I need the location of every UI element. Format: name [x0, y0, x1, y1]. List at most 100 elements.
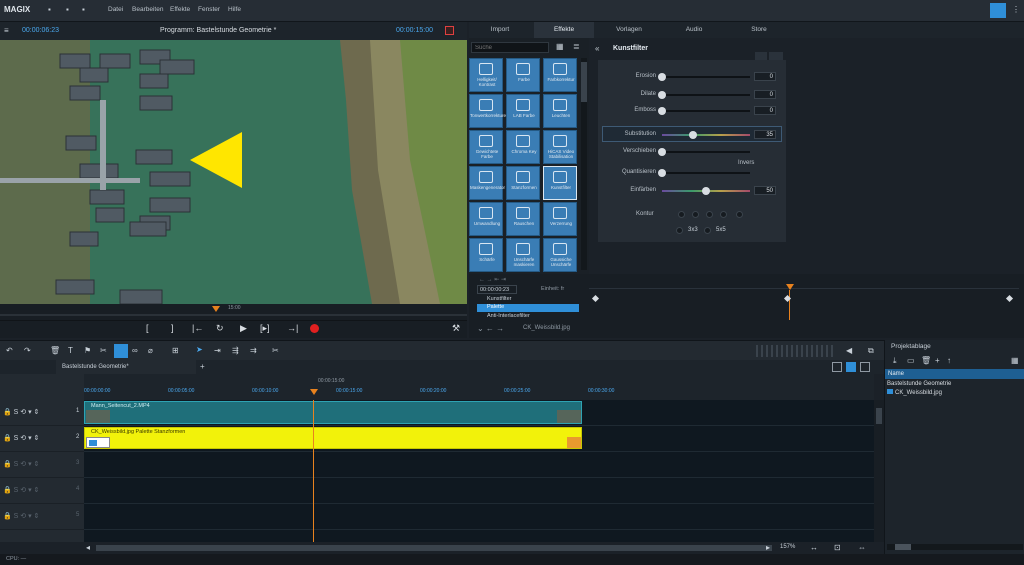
kf-row-anti-interlace[interactable]: Anti-Interlacefilter: [477, 313, 579, 320]
undock-icon[interactable]: ⧉: [868, 346, 874, 356]
tab-vorlagen[interactable]: Vorlagen: [599, 22, 659, 38]
track-header[interactable]: 🔒 S ⟲ ▾ ⇕ 5: [0, 504, 84, 530]
track-5[interactable]: [84, 504, 874, 530]
view-mode-2-icon[interactable]: [846, 362, 856, 372]
prev-marker-button[interactable]: |←: [192, 323, 203, 333]
menu-effekte[interactable]: Effekte: [170, 6, 190, 13]
cursor-tool-icon[interactable]: ➤: [196, 345, 203, 354]
grid-view-icon[interactable]: ▦: [1011, 356, 1019, 365]
track-controls-icons[interactable]: 🔒 S ⟲ ▾ ⇕: [3, 460, 39, 468]
scroll-right-icon[interactable]: ▸: [766, 543, 770, 552]
param-slider[interactable]: [662, 151, 750, 153]
kontur-3x3-radio[interactable]: [676, 227, 683, 234]
delete-icon[interactable]: 🗑: [50, 346, 60, 355]
video-clip[interactable]: Mann_Seitencut_2.MP4: [84, 401, 582, 424]
collapse-chevron-icon[interactable]: «: [595, 44, 599, 53]
add-tab-icon[interactable]: +: [200, 362, 205, 371]
cut-icon[interactable]: ✂: [100, 346, 107, 355]
kontur-5x5-radio[interactable]: [704, 227, 711, 234]
param-slider[interactable]: [662, 94, 750, 96]
timeline-vscroll[interactable]: [874, 400, 884, 542]
record-window-icon[interactable]: [445, 26, 454, 35]
track-controls-icons[interactable]: 🔒 S ⟲ ▾ ⇕: [3, 434, 39, 442]
kontur-radio[interactable]: [720, 211, 727, 218]
effect-tile[interactable]: Gewichtete Farbe: [469, 130, 503, 164]
slider-knob[interactable]: [658, 73, 666, 81]
effect-tile[interactable]: HiCAS Video Stabilisation: [543, 130, 577, 164]
preview-scrubber[interactable]: 15:00: [0, 304, 467, 320]
zoom-fit-icon[interactable]: ⊡: [834, 543, 841, 552]
menu-hilfe[interactable]: Hilfe: [228, 6, 241, 13]
ripple-tool-icon[interactable]: ⇶: [232, 346, 239, 355]
timeline-tracks[interactable]: Mann_Seitencut_2.MP4 CK_Weissbild.jpg Pa…: [84, 400, 874, 542]
up-icon[interactable]: ↑: [947, 356, 951, 365]
image-clip[interactable]: CK_Weissbild.jpg Palette Stanzformen: [84, 427, 582, 449]
text-icon[interactable]: T: [68, 346, 73, 355]
record-button[interactable]: [310, 324, 319, 333]
effect-tile[interactable]: Tonwertkorrekturen: [469, 94, 509, 128]
link-icon[interactable]: ∞: [132, 346, 138, 355]
tool-icon[interactable]: ⚒: [452, 323, 460, 334]
tab-audio[interactable]: Audio: [664, 22, 724, 38]
effect-tile[interactable]: Stanzformen: [506, 166, 540, 200]
keyframe-marker[interactable]: [1005, 294, 1014, 303]
save-icon[interactable]: ▪: [48, 5, 51, 14]
tab-store[interactable]: Store: [729, 22, 789, 38]
menu-datei[interactable]: Datei: [108, 6, 123, 13]
param-slider[interactable]: [662, 76, 750, 78]
kontur-up-icon[interactable]: [736, 211, 743, 218]
speaker-icon[interactable]: ◀: [846, 346, 852, 355]
next-marker-button[interactable]: →|: [287, 323, 298, 333]
track-header[interactable]: 🔒 S ⟲ ▾ ⇕ 3: [0, 452, 84, 478]
param-value-field[interactable]: 0: [754, 72, 776, 81]
effect-tile[interactable]: Gaussiche Unschärfe: [543, 238, 577, 272]
magnet-snap-button[interactable]: [114, 344, 128, 358]
effect-tile[interactable]: Umwandlung: [469, 202, 503, 236]
slider-knob[interactable]: [658, 169, 666, 177]
param-value-field[interactable]: 50: [754, 186, 776, 195]
track-header[interactable]: 🔒 S ⟲ ▾ ⇕ 1: [0, 400, 84, 426]
mode-toggle-button[interactable]: [990, 3, 1006, 18]
folder-icon[interactable]: ▪: [66, 5, 69, 14]
menu-fenster[interactable]: Fenster: [198, 6, 220, 13]
effect-tile[interactable]: LAB Farbe: [506, 94, 540, 128]
effect-tile[interactable]: Kunstfilter: [543, 166, 577, 200]
more-menu-icon[interactable]: ⋮: [1012, 5, 1020, 14]
kontur-radio[interactable]: [692, 211, 699, 218]
project-hscroll[interactable]: [887, 544, 1023, 550]
slider-knob[interactable]: [688, 131, 697, 139]
track-controls-icons[interactable]: 🔒 S ⟲ ▾ ⇕: [3, 486, 39, 494]
nav-arrows-icon[interactable]: ← → ⇤ ⇥: [479, 276, 506, 283]
multi-tool-icon[interactable]: ⇉: [250, 346, 257, 355]
param-value-field[interactable]: 0: [754, 106, 776, 115]
list-view-icon[interactable]: ≣: [573, 42, 580, 51]
param-slider[interactable]: [662, 172, 750, 174]
undo-icon[interactable]: ↶: [6, 346, 13, 355]
redo-icon[interactable]: ↷: [24, 346, 31, 355]
view-mode-1-icon[interactable]: [832, 362, 842, 372]
effect-tile[interactable]: Verzerrung: [543, 202, 577, 236]
keyframe-time[interactable]: 00:00:00:23: [477, 285, 517, 294]
track-header[interactable]: 🔒 S ⟲ ▾ ⇕ 4: [0, 478, 84, 504]
project-item[interactable]: Bastelstunde Geometrie: [887, 381, 951, 387]
param-value-field[interactable]: 0: [754, 90, 776, 99]
effect-tile[interactable]: Rauschen: [506, 202, 540, 236]
param-value-field[interactable]: 35: [754, 130, 776, 139]
mark-out-button[interactable]: ]: [171, 323, 174, 333]
kf-row-kunstfilter[interactable]: Kunstfilter: [477, 296, 579, 303]
effect-tile[interactable]: Helligkeit/ Kontrast: [469, 58, 503, 92]
slider-knob[interactable]: [658, 107, 666, 115]
timeline-hscroll[interactable]: [96, 545, 772, 551]
keyframe-marker[interactable]: [591, 294, 600, 303]
tab-effekte[interactable]: Effekte: [534, 22, 594, 38]
kf-playhead[interactable]: [786, 284, 794, 290]
fit-icon[interactable]: ⊞: [172, 346, 179, 355]
delete-icon[interactable]: 🗑: [921, 356, 931, 365]
import-icon[interactable]: ⤓: [893, 356, 897, 366]
kf-row-palette[interactable]: Palette: [477, 304, 579, 312]
mark-in-button[interactable]: [: [146, 323, 149, 333]
zoom-out-icon[interactable]: ↔: [810, 543, 818, 552]
folder-icon[interactable]: ▭: [907, 356, 915, 365]
grid-view-icon[interactable]: ▦: [556, 42, 564, 51]
preview-playhead[interactable]: [212, 306, 220, 312]
